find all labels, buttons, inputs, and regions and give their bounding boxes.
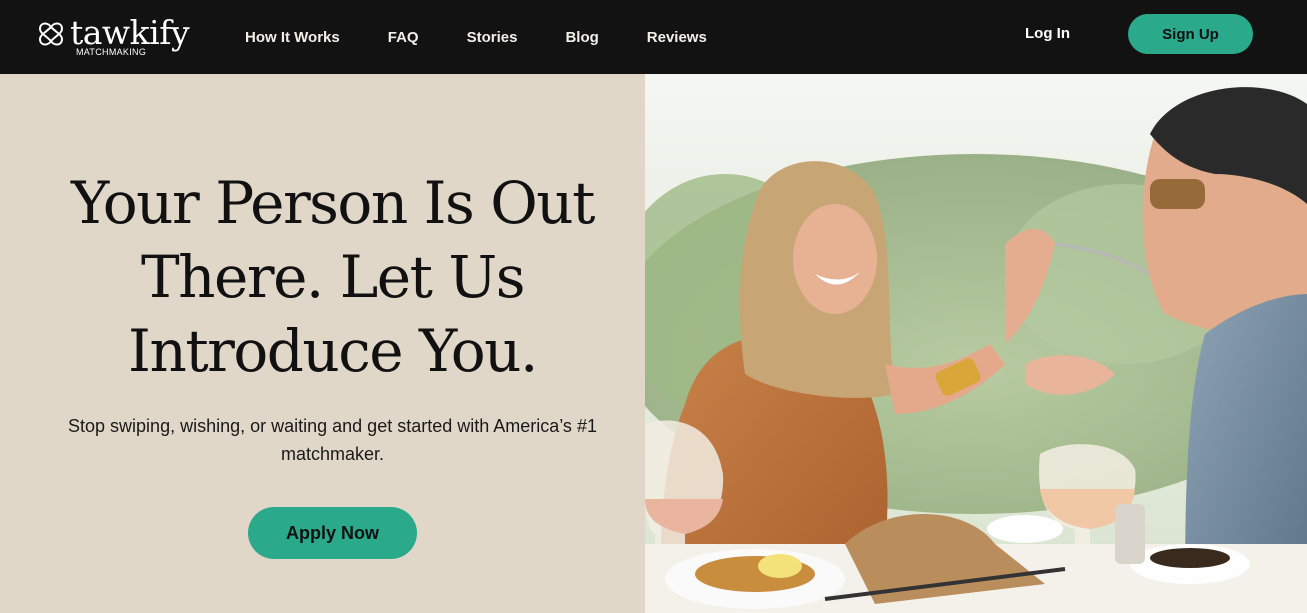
nav-stories[interactable]: Stories: [467, 29, 518, 46]
top-navigation-bar: tawkify MATCHMAKING How It Works FAQ Sto…: [0, 0, 1307, 74]
nav-how-it-works[interactable]: How It Works: [245, 29, 340, 46]
couple-dining-photo: [645, 74, 1307, 613]
signup-button[interactable]: Sign Up: [1128, 14, 1253, 54]
hero-photo: [645, 74, 1307, 613]
hero-title: Your Person Is Out There. Let Us Introdu…: [71, 169, 595, 385]
brand-tagline: MATCHMAKING: [76, 47, 147, 57]
intertwined-hearts-icon: [38, 22, 64, 46]
hero-subtitle: Stop swiping, wishing, or waiting and ge…: [68, 416, 597, 464]
nav-faq[interactable]: FAQ: [388, 29, 419, 46]
hero-text-panel: Your Person Is Out There. Let Us Introdu…: [0, 74, 645, 613]
brand-logo[interactable]: tawkify MATCHMAKING: [36, 13, 190, 60]
nav-blog[interactable]: Blog: [565, 29, 598, 46]
apply-now-button[interactable]: Apply Now: [248, 507, 417, 559]
brand-name: tawkify: [70, 13, 190, 52]
nav-reviews[interactable]: Reviews: [647, 29, 707, 46]
main-nav: How It Works FAQ Stories Blog Reviews: [245, 0, 755, 74]
login-link[interactable]: Log In: [1025, 25, 1070, 42]
